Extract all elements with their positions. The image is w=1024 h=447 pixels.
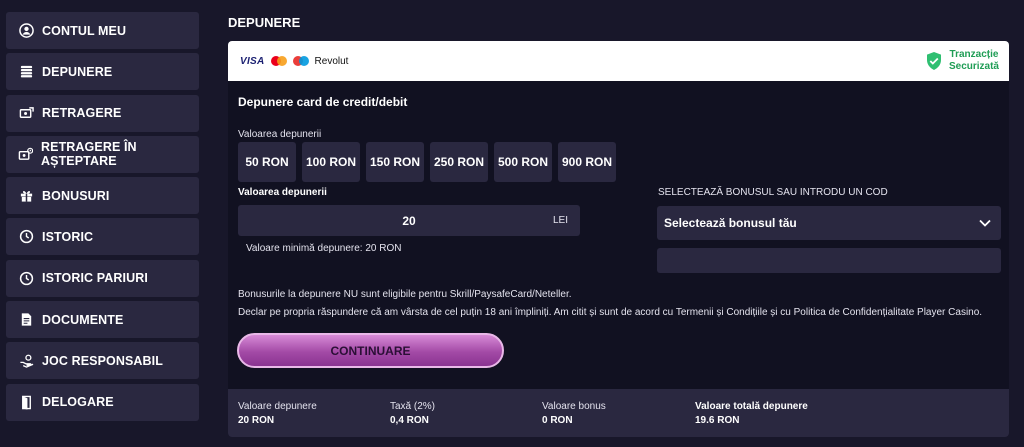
payment-logos: VISA Revolut [240, 56, 348, 67]
shield-check-icon [926, 52, 941, 70]
sidebar-item-joc-responsabil[interactable]: JOC RESPONSABIL [6, 342, 199, 380]
logout-icon [18, 394, 34, 410]
summary-total: Valoare totală depunere 19.6 RON [695, 400, 808, 428]
summary-total-label: Valoare totală depunere [695, 401, 808, 412]
gift-icon [18, 188, 34, 204]
mastercard-logo [270, 56, 287, 66]
document-icon [18, 312, 34, 328]
summary-bonus: Valoare bonus 0 RON [542, 400, 606, 428]
summary-bonus-value: 0 RON [542, 415, 573, 426]
page-title: DEPUNERE [228, 15, 301, 30]
sidebar-item-bonusuri[interactable]: BONUSURI [6, 177, 199, 215]
bonus-code-input[interactable] [657, 248, 1001, 273]
history-icon [18, 229, 34, 245]
user-icon [18, 23, 34, 39]
sidebar-item-depunere[interactable]: DEPUNERE [6, 53, 199, 91]
sidebar-item-label: RETRAGERE [42, 106, 122, 121]
sidebar-item-delogare[interactable]: DELOGARE [6, 383, 199, 421]
amount-input-value[interactable]: 20 [238, 214, 580, 228]
amount-option-100[interactable]: 100 RON [302, 142, 360, 182]
sidebar-item-label: JOC RESPONSABIL [42, 353, 163, 368]
pending-withdraw-icon [18, 146, 33, 162]
sidebar-item-label: DOCUMENTE [42, 312, 124, 327]
sidebar-item-documente[interactable]: DOCUMENTE [6, 301, 199, 339]
age-terms-declaration: Declar pe propria răspundere că am vârst… [238, 307, 983, 318]
secure-line-1: Tranzacție [949, 49, 999, 60]
section-title: Depunere card de credit/debit [238, 95, 408, 109]
hand-icon [18, 353, 34, 369]
amount-option-50[interactable]: 50 RON [238, 142, 296, 182]
sidebar-item-retragere[interactable]: RETRAGERE [6, 94, 199, 132]
minimum-deposit-note: Valoare minimă depunere: 20 RON [246, 243, 402, 254]
amount-input[interactable]: 20 LEI [238, 205, 580, 236]
sidebar-item-retragere-in-asteptare[interactable]: RETRAGERE ÎN AȘTEPTARE [6, 135, 199, 173]
summary-fee-label: Taxă (2%) [390, 401, 436, 412]
amount-options-label: Valoarea depunerii [238, 129, 322, 140]
sidebar-item-istoric[interactable]: ISTORIC [6, 218, 199, 256]
coins-icon [18, 64, 34, 80]
secure-transaction-badge: Tranzacție Securizată [925, 49, 999, 73]
withdraw-icon [18, 105, 34, 121]
sidebar-item-label: DEPUNERE [42, 64, 113, 79]
visa-logo: VISA [240, 55, 265, 67]
sidebar-item-label: RETRAGERE ÎN AȘTEPTARE [41, 140, 137, 169]
account-sidebar: CONTUL MEU DEPUNERE RETRAGERE RETRAGERE … [6, 12, 199, 425]
amount-input-label: Valoarea depunerii [238, 187, 327, 198]
deposit-panel: VISA Revolut Tranzacție Securizată Depun… [228, 41, 1009, 437]
deposit-summary: Valoare depunere 20 RON Taxă (2%) 0,4 RO… [228, 389, 1009, 437]
payment-methods-header: VISA Revolut Tranzacție Securizată [228, 41, 1009, 81]
sidebar-item-label: CONTUL MEU [42, 23, 127, 38]
amount-options: 50 RON 100 RON 150 RON 250 RON 500 RON 9… [238, 142, 616, 182]
summary-deposit-label: Valoare depunere [238, 401, 317, 412]
amount-option-900[interactable]: 900 RON [558, 142, 616, 182]
bet-history-icon [18, 270, 34, 286]
summary-fee: Taxă (2%) 0,4 RON [390, 400, 435, 428]
continue-button[interactable]: CONTINUARE [237, 333, 504, 368]
amount-option-250[interactable]: 250 RON [430, 142, 488, 182]
bonus-select-value: Selectează bonusul tău [664, 216, 797, 230]
summary-deposit-value: 20 RON [238, 415, 275, 426]
chevron-down-icon [979, 219, 991, 227]
bonus-label: SELECTEAZĂ BONUSUL SAU INTRODU UN COD [658, 187, 888, 198]
revolut-logo: Revolut [314, 55, 349, 67]
secure-transaction-text: Tranzacție Securizată [949, 49, 999, 73]
summary-fee-value: 0,4 RON [390, 415, 429, 426]
bonus-eligibility-note: Bonusurile la depunere NU sunt eligibile… [238, 289, 572, 300]
amount-option-500[interactable]: 500 RON [494, 142, 552, 182]
maestro-logo [292, 56, 309, 66]
sidebar-item-label: BONUSURI [42, 188, 110, 203]
sidebar-item-label: ISTORIC [42, 229, 94, 244]
sidebar-item-contul-meu[interactable]: CONTUL MEU [6, 12, 199, 49]
summary-total-value: 19.6 RON [695, 415, 740, 426]
currency-label: LEI [552, 215, 568, 226]
secure-line-2: Securizată [948, 61, 999, 72]
summary-bonus-label: Valoare bonus [542, 401, 606, 412]
sidebar-item-label: DELOGARE [42, 395, 114, 410]
sidebar-item-label: ISTORIC PARIURI [42, 271, 148, 286]
bonus-select[interactable]: Selectează bonusul tău [657, 206, 1001, 240]
sidebar-item-istoric-pariuri[interactable]: ISTORIC PARIURI [6, 259, 199, 297]
amount-option-150[interactable]: 150 RON [366, 142, 424, 182]
summary-deposit: Valoare depunere 20 RON [238, 400, 317, 428]
